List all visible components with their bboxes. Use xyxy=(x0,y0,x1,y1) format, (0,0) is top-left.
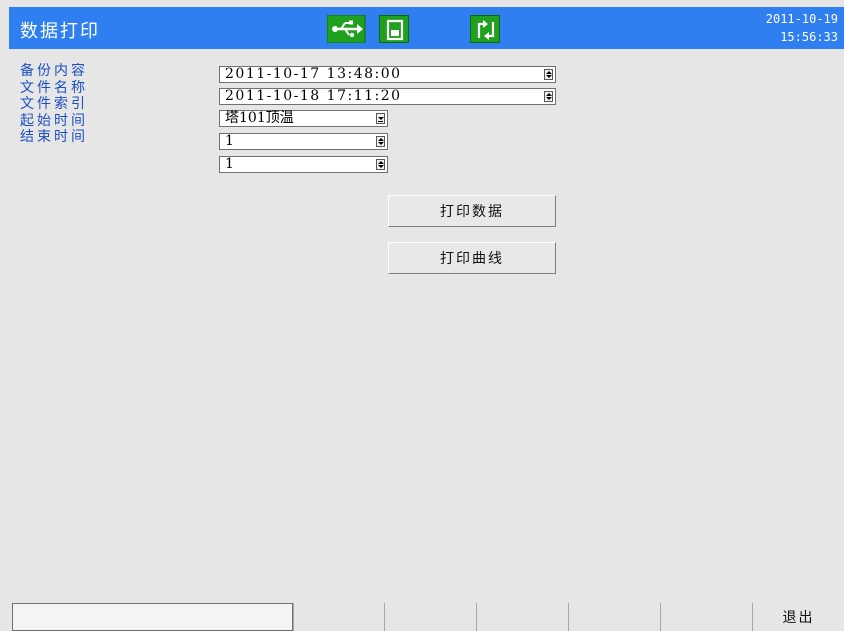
title-bar: 数据打印 2011-10-19 15:56:33 xyxy=(9,7,844,49)
softkey-2[interactable] xyxy=(384,603,476,631)
datetime-display: 2011-10-19 15:56:33 xyxy=(766,10,838,46)
print-curve-button[interactable]: 打印曲线 xyxy=(388,242,556,274)
spin-arrows-icon[interactable] xyxy=(376,159,385,170)
file-index-value: 塔101顶温 xyxy=(225,110,294,126)
label-start-time: 起始时间 xyxy=(20,112,88,129)
file-index-select[interactable]: 塔101顶温 xyxy=(219,110,388,127)
print-data-button[interactable]: 打印数据 xyxy=(388,195,556,227)
file-name-value: 2011-10-18 17:11:20 xyxy=(225,88,402,104)
time-text: 15:56:33 xyxy=(780,30,838,44)
label-file-name: 文件名称 xyxy=(20,79,88,96)
backup-content-spinner[interactable]: 2011-10-17 13:48:00 xyxy=(219,66,556,83)
screen: 数据打印 2011-10-19 15:56:33 备份内容 文件名称 文件索引 … xyxy=(0,0,844,631)
spin-arrows-icon[interactable] xyxy=(544,91,553,102)
refresh-icon xyxy=(470,15,500,43)
softkey-5[interactable] xyxy=(660,603,752,631)
end-time-spinner[interactable]: 1 xyxy=(219,156,388,173)
start-time-value: 1 xyxy=(225,133,236,149)
sd-card-icon xyxy=(379,15,409,43)
form-labels: 备份内容 文件名称 文件索引 起始时间 结束时间 xyxy=(20,63,88,146)
exit-button[interactable]: 退出 xyxy=(752,603,844,631)
softkey-3[interactable] xyxy=(476,603,568,631)
spin-arrows-icon[interactable] xyxy=(376,136,385,147)
spin-arrows-icon[interactable] xyxy=(544,69,553,80)
softkey-bar: 退出 xyxy=(9,603,844,631)
page-title: 数据打印 xyxy=(20,21,100,42)
end-time-value: 1 xyxy=(225,156,236,172)
start-time-spinner[interactable]: 1 xyxy=(219,133,388,150)
status-field xyxy=(12,603,293,631)
file-name-spinner[interactable]: 2011-10-18 17:11:20 xyxy=(219,88,556,105)
backup-content-value: 2011-10-17 13:48:00 xyxy=(225,66,402,82)
softkey-4[interactable] xyxy=(568,603,660,631)
date-text: 2011-10-19 xyxy=(765,12,838,26)
softkey-1[interactable] xyxy=(293,603,384,631)
dropdown-arrow-icon[interactable] xyxy=(376,113,385,124)
usb-icon xyxy=(327,15,367,43)
label-backup-content: 备份内容 xyxy=(20,63,88,79)
label-file-index: 文件索引 xyxy=(20,96,88,113)
label-end-time: 结束时间 xyxy=(20,129,88,146)
